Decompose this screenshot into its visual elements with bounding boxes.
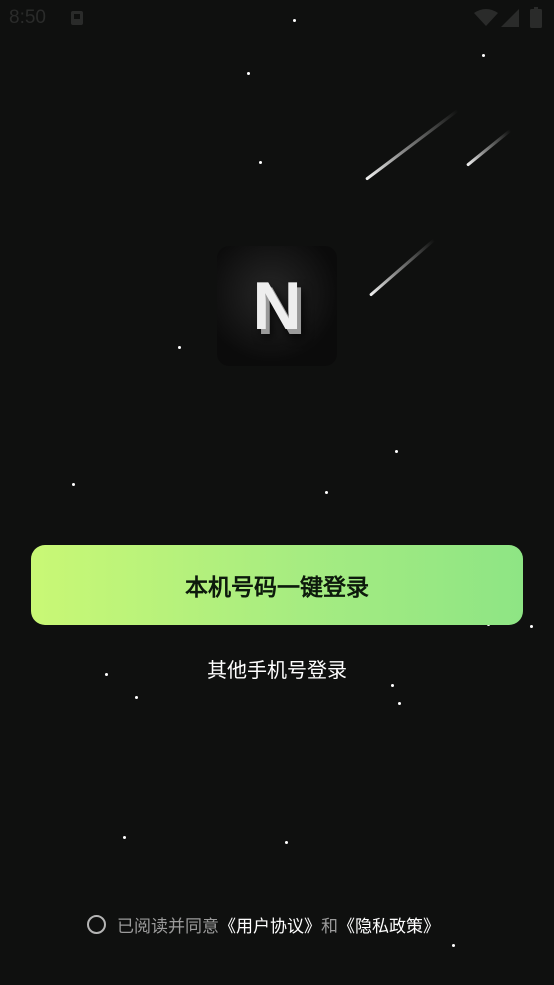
- star: [178, 346, 181, 349]
- star: [285, 841, 288, 844]
- login-screen: 8:50 N 本机号码一键登录 其他手机号登录 已阅读并同意 《用户协议》 和 …: [0, 0, 554, 985]
- privacy-policy-link[interactable]: 《隐私政策》: [338, 912, 440, 937]
- agreement-checkbox[interactable]: [87, 914, 106, 934]
- app-logo-icon: N: [217, 246, 337, 366]
- agreement-row: 已阅读并同意 《用户协议》 和 《隐私政策》: [87, 910, 440, 938]
- shooting-star: [466, 129, 512, 167]
- battery-icon: [530, 7, 542, 28]
- star: [452, 944, 455, 947]
- signal-icon: [501, 9, 519, 27]
- star: [482, 54, 485, 57]
- notification-icon: [71, 11, 83, 25]
- wifi-icon: [474, 9, 498, 26]
- other-phone-login-link[interactable]: 其他手机号登录: [127, 653, 427, 687]
- star: [325, 491, 328, 494]
- one-click-login-button[interactable]: 本机号码一键登录: [31, 545, 523, 625]
- star: [105, 673, 108, 676]
- agreement-prefix: 已阅读并同意: [117, 916, 219, 937]
- shooting-star: [365, 109, 459, 181]
- shooting-star: [369, 238, 436, 297]
- status-time: 8:50: [9, 7, 46, 28]
- star: [72, 483, 75, 486]
- star: [135, 696, 138, 699]
- star: [293, 19, 296, 22]
- star: [398, 702, 401, 705]
- agreement-conjunction: 和: [321, 916, 338, 937]
- user-agreement-link[interactable]: 《用户协议》: [219, 912, 321, 937]
- star: [247, 72, 250, 75]
- star: [259, 161, 262, 164]
- status-bar: 8:50: [0, 0, 554, 38]
- app-logo-letter: N: [252, 268, 302, 344]
- star: [530, 625, 533, 628]
- star: [123, 836, 126, 839]
- star: [395, 450, 398, 453]
